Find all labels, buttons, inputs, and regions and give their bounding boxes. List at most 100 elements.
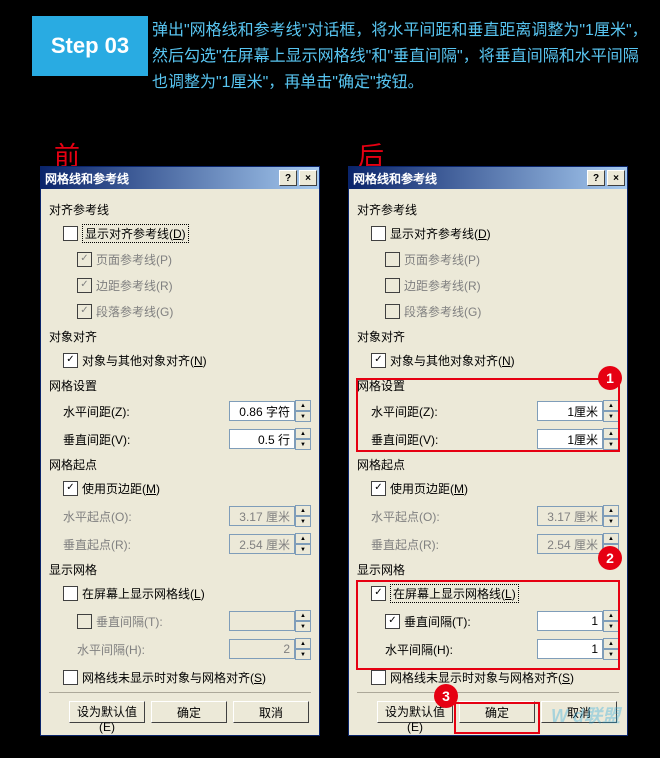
lbl-show-grid: 在屏幕上显示网格线(L) <box>390 584 519 603</box>
chk-use-margin[interactable] <box>63 481 78 496</box>
spin-up-icon: ▲ <box>295 610 311 621</box>
input-h-spacing[interactable] <box>537 401 603 421</box>
cancel-button[interactable]: 取消 <box>233 701 309 723</box>
spin-up-icon: ▲ <box>295 505 311 516</box>
separator <box>49 692 311 693</box>
spin-down-icon: ▼ <box>295 516 311 527</box>
lbl-snap-others: 对象与其他对象对齐(N) <box>390 352 515 369</box>
chk-para-guide <box>385 304 400 319</box>
spin-down-icon[interactable]: ▼ <box>603 649 619 660</box>
ok-button[interactable]: 确定 <box>151 701 227 723</box>
section-show-grid: 显示网格 <box>357 561 619 578</box>
chk-show-align[interactable] <box>63 226 78 241</box>
spin-down-icon: ▼ <box>295 544 311 555</box>
section-show-grid: 显示网格 <box>49 561 311 578</box>
lbl-page-guide: 页面参考线(P) <box>404 251 480 268</box>
close-button[interactable]: × <box>299 170 317 186</box>
chk-snap-others[interactable] <box>63 353 78 368</box>
input-h-origin <box>537 506 603 526</box>
dialog-title: 网格线和参考线 <box>353 170 585 187</box>
dialog-title: 网格线和参考线 <box>45 170 277 187</box>
lbl-h-spacing: 水平间距(Z): <box>63 403 151 420</box>
chk-page-guide <box>77 252 92 267</box>
input-v-spacing[interactable] <box>537 429 603 449</box>
spin-up-icon[interactable]: ▲ <box>603 400 619 411</box>
section-align-guides: 对齐参考线 <box>357 201 619 218</box>
section-align-guides: 对齐参考线 <box>49 201 311 218</box>
spin-down-icon[interactable]: ▼ <box>295 411 311 422</box>
input-h-interval <box>229 639 295 659</box>
lbl-use-margin: 使用页边距(M) <box>82 480 160 497</box>
input-h-origin <box>229 506 295 526</box>
help-button[interactable]: ? <box>587 170 605 186</box>
default-button[interactable]: 设为默认值(E) <box>69 701 145 723</box>
spin-down-icon: ▼ <box>603 516 619 527</box>
lbl-h-origin: 水平起点(O): <box>63 508 151 525</box>
ok-button[interactable]: 确定 <box>459 701 535 723</box>
spin-down-icon[interactable]: ▼ <box>603 411 619 422</box>
lbl-h-interval: 水平间隔(H): <box>385 641 481 658</box>
lbl-para-guide: 段落参考线(G) <box>96 303 173 320</box>
chk-snap-hidden[interactable] <box>63 670 78 685</box>
chk-show-grid[interactable] <box>63 586 78 601</box>
section-grid-setting: 网格设置 <box>49 377 311 394</box>
chk-para-guide <box>77 304 92 319</box>
spin-up-icon: ▲ <box>295 638 311 649</box>
help-button[interactable]: ? <box>279 170 297 186</box>
lbl-v-origin: 垂直起点(R): <box>63 536 151 553</box>
chk-show-align[interactable] <box>371 226 386 241</box>
input-v-interval[interactable] <box>537 611 603 631</box>
lbl-para-guide: 段落参考线(G) <box>404 303 481 320</box>
lbl-snap-others: 对象与其他对象对齐(N) <box>82 352 207 369</box>
chk-show-grid[interactable] <box>371 586 386 601</box>
chk-v-interval <box>77 614 92 629</box>
lbl-margin-guide: 边距参考线(R) <box>404 277 481 294</box>
lbl-v-interval: 垂直间隔(T): <box>404 613 482 630</box>
input-h-spacing[interactable] <box>229 401 295 421</box>
spin-down-icon: ▼ <box>603 544 619 555</box>
lbl-h-origin: 水平起点(O): <box>371 508 459 525</box>
titlebar: 网格线和参考线 ? × <box>41 167 319 189</box>
close-button[interactable]: × <box>607 170 625 186</box>
spin-down-icon[interactable]: ▼ <box>603 621 619 632</box>
spin-up-icon: ▲ <box>603 533 619 544</box>
lbl-show-grid: 在屏幕上显示网格线(L) <box>82 585 205 602</box>
input-v-spacing[interactable] <box>229 429 295 449</box>
section-grid-setting: 网格设置 <box>357 377 619 394</box>
lbl-snap-hidden: 网格线未显示时对象与网格对齐(S) <box>390 669 574 686</box>
spin-down-icon: ▼ <box>295 621 311 632</box>
spin-down-icon[interactable]: ▼ <box>295 439 311 450</box>
input-v-origin <box>537 534 603 554</box>
chk-use-margin[interactable] <box>371 481 386 496</box>
lbl-v-interval: 垂直间隔(T): <box>96 613 174 630</box>
section-grid-origin: 网格起点 <box>49 456 311 473</box>
dialog-after: 网格线和参考线 ? × 对齐参考线 显示对齐参考线(D) 页面参考线(P) 边距… <box>348 166 628 736</box>
lbl-v-spacing: 垂直间距(V): <box>63 431 151 448</box>
spin-down-icon[interactable]: ▼ <box>603 439 619 450</box>
lbl-v-origin: 垂直起点(R): <box>371 536 459 553</box>
chk-snap-others[interactable] <box>371 353 386 368</box>
lbl-v-spacing: 垂直间距(V): <box>371 431 459 448</box>
spin-up-icon[interactable]: ▲ <box>295 400 311 411</box>
lbl-show-align: 显示对齐参考线(D) <box>82 224 189 243</box>
spin-up-icon[interactable]: ▲ <box>603 610 619 621</box>
default-button[interactable]: 设为默认值(E) <box>377 701 453 723</box>
instruction-text: 弹出"网格线和参考线"对话框，将水平间距和垂直距离调整为"1厘米"，然后勾选"在… <box>152 18 652 96</box>
lbl-margin-guide: 边距参考线(R) <box>96 277 173 294</box>
input-v-origin <box>229 534 295 554</box>
separator <box>357 692 619 693</box>
step-badge: Step 03 <box>32 16 148 76</box>
dialog-before: 网格线和参考线 ? × 对齐参考线 显示对齐参考线(D) 页面参考线(P) 边距… <box>40 166 320 736</box>
spin-up-icon[interactable]: ▲ <box>603 428 619 439</box>
lbl-use-margin: 使用页边距(M) <box>390 480 468 497</box>
spin-up-icon[interactable]: ▲ <box>295 428 311 439</box>
input-h-interval[interactable] <box>537 639 603 659</box>
spin-up-icon: ▲ <box>603 505 619 516</box>
cancel-button[interactable]: 取消 <box>541 701 617 723</box>
chk-snap-hidden[interactable] <box>371 670 386 685</box>
titlebar: 网格线和参考线 ? × <box>349 167 627 189</box>
chk-v-interval[interactable] <box>385 614 400 629</box>
spin-down-icon: ▼ <box>295 649 311 660</box>
spin-up-icon[interactable]: ▲ <box>603 638 619 649</box>
lbl-snap-hidden: 网格线未显示时对象与网格对齐(S) <box>82 669 266 686</box>
